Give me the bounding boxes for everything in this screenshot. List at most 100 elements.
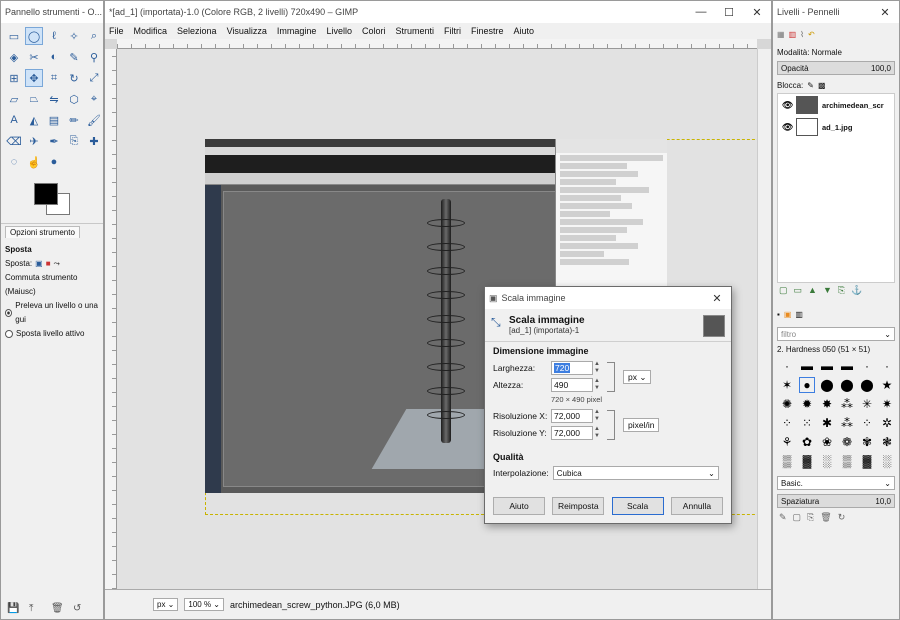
ellipse-select-icon[interactable]: ◯ <box>25 27 43 45</box>
width-spin-arrows[interactable]: ▲ ▼ <box>594 361 601 375</box>
raise-layer-icon[interactable]: ▲ <box>808 285 817 295</box>
menu-view[interactable]: Visualizza <box>227 26 267 36</box>
brush-item[interactable]: ⚘ <box>779 434 795 450</box>
brush-item[interactable]: ▒ <box>779 453 795 469</box>
rect-select-icon[interactable]: ▭ <box>5 27 23 45</box>
brush-item[interactable]: ✿ <box>799 434 815 450</box>
menu-tools[interactable]: Strumenti <box>395 26 434 36</box>
bucket-fill-icon[interactable]: ◭ <box>25 111 43 129</box>
delete-options-icon[interactable]: 🗑 <box>51 603 64 615</box>
rotate-icon[interactable]: ↻ <box>65 69 83 87</box>
new-layer-icon[interactable]: ▢ <box>779 285 788 296</box>
radio-move-active[interactable] <box>5 330 13 338</box>
brush-item[interactable]: ✾ <box>859 434 875 450</box>
mode-row[interactable]: Modalità: Normale <box>773 45 899 59</box>
perspective-icon[interactable]: ⏢ <box>25 90 43 108</box>
radio-pick-layer[interactable] <box>5 309 13 317</box>
brush-item[interactable]: ⁘ <box>859 415 875 431</box>
image-titlebar[interactable]: *[ad_1] (importata)-1.0 (Colore RGB, 2 l… <box>105 1 771 23</box>
delete-brush-icon[interactable]: 🗑 <box>820 512 831 523</box>
menu-colors[interactable]: Colori <box>362 26 386 36</box>
paths-tab-icon[interactable]: ⌇ <box>800 30 804 39</box>
dock-titlebar[interactable]: Livelli - Pennelli ✕ <box>773 1 899 23</box>
new-group-icon[interactable]: ▭ <box>794 285 803 296</box>
vertical-scrollbar[interactable] <box>757 49 771 589</box>
eye-icon[interactable]: 👁 <box>782 122 793 133</box>
move-layer-icon[interactable]: ▣ <box>35 257 43 271</box>
tab-tool-options[interactable]: Opzioni strumento <box>5 225 80 238</box>
brush-item[interactable]: ✳ <box>859 396 875 412</box>
brush-item[interactable]: ✸ <box>819 396 835 412</box>
fuzzy-select-icon[interactable]: ✧ <box>65 27 83 45</box>
scissors-icon[interactable]: ✂ <box>25 48 43 66</box>
brush-item[interactable]: ✲ <box>879 415 895 431</box>
brush-item[interactable]: ⁙ <box>799 415 815 431</box>
resolution-chain-icon[interactable] <box>607 410 615 440</box>
brush-item[interactable]: ✷ <box>879 396 895 412</box>
brush-item[interactable]: ● <box>799 377 815 393</box>
move-path-icon[interactable]: ⤳ <box>54 257 60 271</box>
opacity-slider[interactable]: Opacità 100,0 <box>777 61 895 75</box>
reset-options-icon[interactable]: ↺ <box>73 603 85 615</box>
edit-brush-icon[interactable]: ✎ <box>779 512 787 523</box>
layer-row[interactable]: 👁 archimedean_scr <box>778 94 894 116</box>
color-swatches[interactable] <box>1 183 103 219</box>
reset-button[interactable]: Reimposta <box>552 497 605 515</box>
shear-icon[interactable]: ▱ <box>5 90 23 108</box>
eraser-icon[interactable]: ⌫ <box>5 132 23 150</box>
restore-options-icon[interactable]: ⤒ <box>29 603 41 615</box>
dialog-titlebar[interactable]: ▣ Scala immagine ✕ <box>485 287 731 309</box>
resy-spin-arrows[interactable]: ▲ ▼ <box>594 426 601 440</box>
dock-close-icon[interactable]: ✕ <box>871 1 899 23</box>
paintbrush-icon[interactable]: 🖌 <box>85 111 103 129</box>
lasso-icon[interactable]: ℓ <box>45 27 63 45</box>
res-unit-select[interactable]: pixel/in <box>623 418 660 432</box>
scale-icon[interactable]: ⤢ <box>85 69 103 87</box>
smudge-icon[interactable]: ☝ <box>25 153 43 171</box>
foreground-color[interactable] <box>34 183 58 205</box>
brush-item[interactable]: ⬤ <box>839 377 855 393</box>
flip-icon[interactable]: ⇋ <box>45 90 63 108</box>
dodge-burn-icon[interactable]: ● <box>45 153 63 171</box>
opacity-value[interactable]: 100,0 <box>871 64 891 73</box>
channels-tab-icon[interactable]: ▥ <box>789 30 797 39</box>
patterns-tab-icon[interactable]: ▣ <box>784 310 792 319</box>
brush-item[interactable]: ✹ <box>799 396 815 412</box>
duplicate-brush-icon[interactable]: ⎘ <box>807 512 814 523</box>
duplicate-layer-icon[interactable]: ⎘ <box>838 285 845 296</box>
brush-item[interactable]: ⁂ <box>839 396 855 412</box>
spacing-value[interactable]: 10,0 <box>875 497 891 506</box>
color-select-icon[interactable]: ◈ <box>5 48 23 66</box>
height-input[interactable]: 490 <box>551 378 593 392</box>
menu-windows[interactable]: Finestre <box>471 26 504 36</box>
refresh-brushes-icon[interactable]: ↻ <box>838 512 846 523</box>
toolbox-titlebar[interactable]: Pannello strumenti - O... <box>1 1 103 23</box>
menu-edit[interactable]: Modifica <box>134 26 168 36</box>
zoom-select[interactable]: 100 % ⌄ <box>184 598 225 611</box>
cancel-button[interactable]: Annulla <box>670 497 723 515</box>
close-icon[interactable]: ✕ <box>743 1 771 23</box>
brush-filter-input[interactable]: filtro ⌄ <box>777 327 895 341</box>
cage-icon[interactable]: ⬡ <box>65 90 83 108</box>
brush-item[interactable]: ⁘ <box>779 415 795 431</box>
height-spin-arrows[interactable]: ▲ ▼ <box>594 378 601 392</box>
brush-item[interactable]: ░ <box>819 453 835 469</box>
horizontal-ruler[interactable] <box>117 39 757 49</box>
brush-item[interactable]: · <box>779 358 795 374</box>
brush-item[interactable]: ⬤ <box>859 377 875 393</box>
vertical-ruler[interactable] <box>105 49 117 589</box>
brushes-tab-icon[interactable]: ▪ <box>777 310 780 319</box>
ink-icon[interactable]: ✒ <box>45 132 63 150</box>
brush-item[interactable]: ✱ <box>819 415 835 431</box>
unified-transform-icon[interactable]: ⌖ <box>85 90 103 108</box>
brush-item[interactable]: ▓ <box>799 453 815 469</box>
unit-select[interactable]: px ⌄ <box>153 598 179 611</box>
brush-item[interactable]: ❀ <box>819 434 835 450</box>
menu-layer[interactable]: Livello <box>326 26 352 36</box>
lock-alpha-icon[interactable]: ▩ <box>818 81 826 90</box>
spacing-slider[interactable]: Spaziatura 10,0 <box>777 494 895 508</box>
undo-tab-icon[interactable]: ↶ <box>808 30 815 39</box>
interpolation-select[interactable]: Cubica ⌄ <box>552 466 719 480</box>
resx-spin-arrows[interactable]: ▲ ▼ <box>594 409 601 423</box>
brush-item[interactable]: ★ <box>879 377 895 393</box>
